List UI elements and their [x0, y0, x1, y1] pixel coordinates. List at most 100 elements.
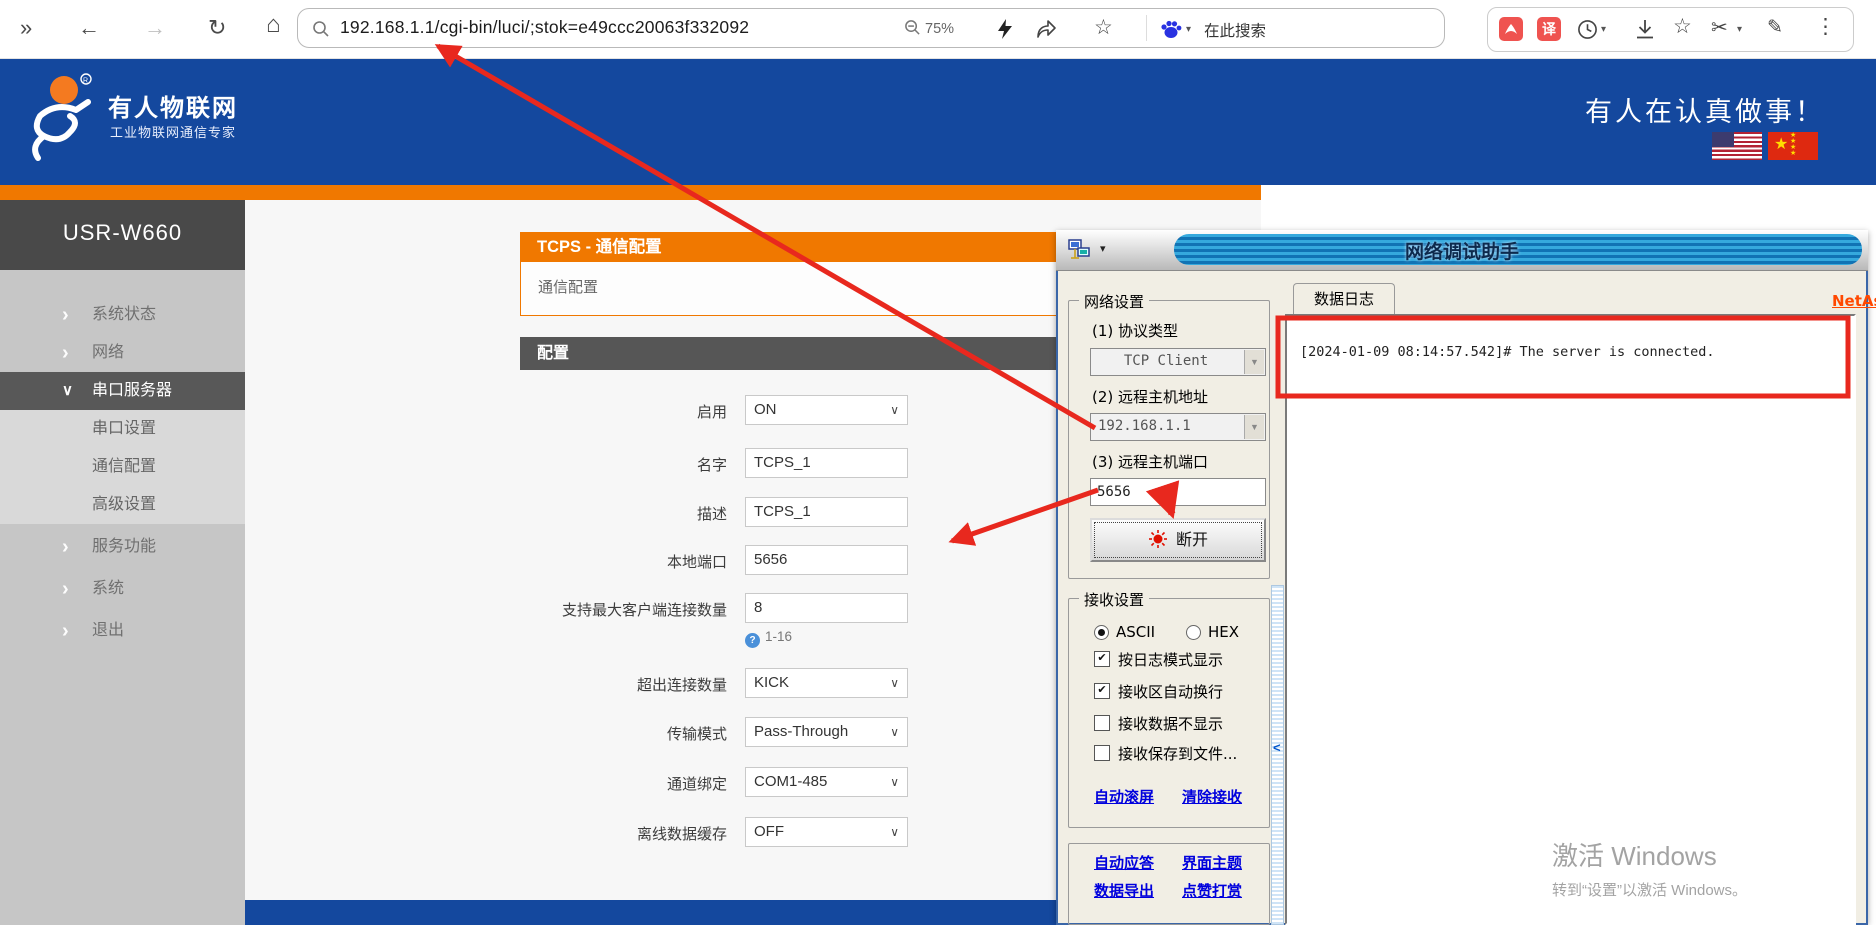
select-arrow-icon: ∨ — [890, 768, 899, 796]
divider — [1146, 15, 1147, 41]
recv-checkbox-label-1[interactable]: 按日志模式显示 — [1118, 649, 1223, 670]
panel-splitter[interactable] — [1271, 585, 1284, 925]
chevron-right-icon: › — [62, 570, 69, 608]
field-input-2[interactable]: TCPS_1 — [745, 448, 908, 478]
zoom-out-icon[interactable] — [904, 19, 921, 36]
field-input-4[interactable]: 5656 — [745, 545, 908, 575]
sidebar-item-label: 退出 — [92, 612, 124, 650]
browser-toolbar: » ← → ↻ ⌂ 192.168.1.1/cgi-bin/luci/;stok… — [0, 0, 1876, 59]
data-log-area[interactable] — [1285, 314, 1856, 925]
recv-checkbox-1[interactable]: ✔ — [1094, 651, 1110, 667]
select-arrow-icon: ∨ — [890, 669, 899, 697]
hex-radio[interactable] — [1186, 625, 1201, 640]
combo-arrow-icon[interactable]: ▼ — [1244, 350, 1264, 374]
extensions-cluster: 译 ▾ ☆ ✂ ▾ ✎ ⋮ — [1487, 7, 1854, 52]
clear-receive-link[interactable]: 清除接收 — [1182, 786, 1242, 807]
recv-checkbox-label-3[interactable]: 接收数据不显示 — [1118, 713, 1223, 734]
share-icon[interactable] — [1035, 18, 1057, 40]
field-hint: 1-16 — [765, 629, 792, 644]
disconnect-button[interactable]: 断开 — [1090, 518, 1266, 562]
field-select-9[interactable]: OFF∨ — [745, 817, 908, 847]
network-settings-title: 网络设置 — [1079, 291, 1149, 312]
field-select-6[interactable]: KICK∨ — [745, 668, 908, 698]
performance-bolt-icon[interactable] — [995, 18, 1015, 40]
sidebar-item-4[interactable]: 串口设置 — [0, 410, 245, 448]
device-name: USR-W660 — [0, 220, 245, 246]
edit-pen-icon[interactable]: ✎ — [1767, 16, 1783, 40]
chevron-right-icon: › — [62, 612, 69, 650]
auto-scroll-link[interactable]: 自动滚屏 — [1094, 786, 1154, 807]
field-input-5[interactable]: 8 — [745, 593, 908, 623]
reload-icon[interactable]: ↻ — [208, 14, 226, 42]
chevron-right-icon: › — [62, 296, 69, 334]
extensions-overflow-icon[interactable]: » — [20, 14, 32, 42]
sidebar-item-1[interactable]: ›系统状态 — [0, 296, 245, 334]
header-accent-band — [0, 185, 1261, 200]
download-icon[interactable] — [1635, 19, 1655, 40]
forward-icon[interactable]: → — [144, 14, 166, 42]
baidu-caret-icon[interactable]: ▾ — [1186, 24, 1191, 35]
home-icon[interactable]: ⌂ — [266, 11, 281, 39]
url-text[interactable]: 192.168.1.1/cgi-bin/luci/;stok=e49ccc200… — [340, 17, 749, 38]
field-select-8[interactable]: COM1-485∨ — [745, 767, 908, 797]
field-label-2: 名字 — [377, 454, 727, 475]
browser-menu-icon[interactable]: ⋮ — [1815, 15, 1836, 39]
hex-radio-label[interactable]: HEX — [1208, 623, 1239, 641]
usr-logo-icon: R — [26, 72, 98, 164]
protocol-type-combo[interactable]: TCP Client ▼ — [1090, 348, 1266, 376]
back-icon[interactable]: ← — [78, 14, 100, 42]
netassist-titlebar[interactable]: ▾ 网络调试助手 — [1056, 230, 1868, 271]
translate-extension-icon[interactable]: 译 — [1537, 17, 1561, 41]
ascii-radio-label[interactable]: ASCII — [1116, 623, 1155, 641]
chevron-down-icon: ∨ — [62, 372, 73, 410]
pdf-extension-icon[interactable] — [1499, 17, 1523, 41]
us-flag-icon[interactable] — [1712, 132, 1762, 160]
field-select-7[interactable]: Pass-Through∨ — [745, 717, 908, 747]
screenshot-scissors-icon[interactable]: ✂ — [1711, 16, 1728, 40]
history-caret-icon[interactable]: ▾ — [1601, 24, 1606, 35]
auto-reply-link[interactable]: 自动应答 — [1094, 852, 1154, 873]
field-hint-row: ?1-16 — [745, 629, 792, 645]
zoom-control[interactable]: 75% — [904, 19, 954, 37]
sidebar-item-8[interactable]: ›系统 — [0, 570, 245, 608]
select-arrow-icon: ∨ — [890, 396, 899, 424]
sidebar-item-5[interactable]: 通信配置 — [0, 448, 245, 486]
recv-checkbox-3[interactable] — [1094, 715, 1110, 731]
combo-arrow-icon[interactable]: ▼ — [1244, 415, 1264, 439]
recv-checkbox-2[interactable]: ✔ — [1094, 683, 1110, 699]
sidebar-item-3[interactable]: ∨串口服务器 — [0, 372, 245, 410]
recv-checkbox-label-4[interactable]: 接收保存到文件... — [1118, 743, 1237, 764]
receive-settings-title: 接收设置 — [1079, 589, 1149, 610]
sidebar-item-9[interactable]: › 退出 — [0, 612, 245, 650]
baidu-paw-icon[interactable] — [1160, 19, 1182, 39]
field-label-3: 描述 — [377, 503, 727, 524]
data-export-link[interactable]: 数据导出 — [1094, 880, 1154, 901]
remote-host-value: 192.168.1.1 — [1098, 418, 1191, 434]
recv-checkbox-label-2[interactable]: 接收区自动换行 — [1118, 681, 1223, 702]
field-label-7: 传输模式 — [377, 723, 727, 744]
data-log-tab[interactable]: 数据日志 — [1293, 283, 1395, 315]
field-input-3[interactable]: TCPS_1 — [745, 497, 908, 527]
cn-flag-icon[interactable]: ★★ ★★ ★ — [1768, 132, 1818, 160]
sidebar-item-2[interactable]: ›网络 — [0, 334, 245, 372]
ui-theme-link[interactable]: 界面主题 — [1182, 852, 1242, 873]
baidu-search-label[interactable]: 在此搜索 — [1204, 19, 1266, 41]
sidebar-item-6[interactable]: 高级设置 — [0, 486, 245, 524]
like-reward-link[interactable]: 点赞打赏 — [1182, 880, 1242, 901]
history-clock-icon[interactable] — [1577, 19, 1598, 40]
ascii-radio[interactable] — [1094, 625, 1109, 640]
address-bar[interactable]: 192.168.1.1/cgi-bin/luci/;stok=e49ccc200… — [297, 8, 1445, 48]
sidebar-item-7[interactable]: ›服务功能 — [0, 528, 245, 566]
splitter-collapse-icon[interactable]: < — [1273, 740, 1281, 755]
remote-host-combo[interactable]: 192.168.1.1 ▼ — [1090, 413, 1266, 441]
recv-checkbox-4[interactable] — [1094, 745, 1110, 761]
netassist-site-link[interactable]: NetAs — [1832, 292, 1876, 310]
remote-port-input[interactable]: 5656 — [1090, 478, 1266, 506]
field-select-1[interactable]: ON∨ — [745, 395, 908, 425]
scissors-caret-icon[interactable]: ▾ — [1737, 24, 1742, 35]
protocol-type-label: (1) 协议类型 — [1092, 320, 1178, 341]
favorite-add-icon[interactable]: ☆ — [1094, 15, 1113, 40]
favorites-star-icon[interactable]: ☆ — [1673, 15, 1692, 39]
field-label-1: 启用 — [377, 401, 727, 422]
device-name-block: USR-W660 — [0, 200, 245, 270]
